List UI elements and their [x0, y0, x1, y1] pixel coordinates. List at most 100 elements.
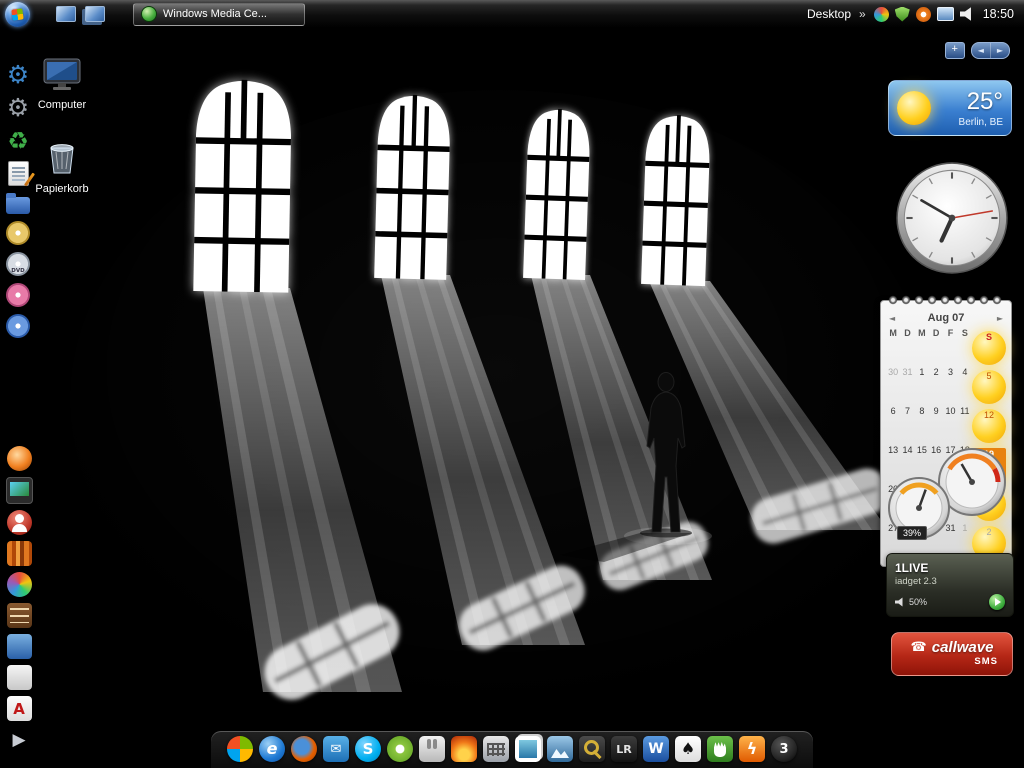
computer-icon [42, 58, 82, 92]
calendar-date[interactable]: 31 [900, 366, 914, 404]
radio-volume: 50% [909, 597, 927, 607]
calendar-date[interactable]: 3 [943, 366, 957, 404]
dk-burn[interactable] [451, 736, 477, 762]
calendar-next-button[interactable]: ► [997, 314, 1003, 323]
quicklaunch-switch-windows[interactable] [85, 6, 105, 22]
calendar-date[interactable]: 10 [943, 405, 957, 443]
desktop-toolbar-label[interactable]: Desktop [807, 7, 851, 21]
calendar-date[interactable]: 11 [958, 405, 972, 443]
sms-label: SMS [898, 656, 1006, 667]
calendar-day-header: M [915, 327, 929, 365]
dk-lightroom[interactable]: LR [611, 736, 637, 762]
ld-media-player[interactable] [7, 446, 32, 471]
dk-email-glyph: ✉ [331, 743, 342, 756]
radio-station-name: 1LIVE [895, 561, 1005, 575]
ld-play-glyph: ▶ [12, 730, 25, 750]
speaker-icon[interactable] [895, 597, 905, 607]
gadget-prev-button[interactable]: ◄ [972, 43, 990, 58]
dk-pictures[interactable] [547, 736, 573, 762]
calendar-date[interactable]: 7 [900, 405, 914, 443]
dk-windows[interactable] [227, 736, 253, 762]
ti-antivirus[interactable] [895, 7, 910, 22]
calendar-date[interactable]: 9 [929, 405, 943, 443]
tray-overflow-chevron[interactable]: » [859, 7, 866, 21]
calendar-date[interactable]: 6 [886, 405, 900, 443]
li-sync[interactable]: ♻ [7, 128, 29, 154]
wallpaper-church-windows [0, 0, 1024, 768]
ld-notes[interactable] [7, 665, 32, 690]
add-gadget-button[interactable]: + [945, 42, 965, 59]
li-system-gear-glyph: ⚙ [7, 95, 29, 121]
calendar-date[interactable]: 5 [972, 370, 1006, 404]
calendar-date[interactable]: 30 [886, 366, 900, 404]
ld-browser[interactable] [7, 572, 32, 597]
ti-messenger[interactable] [874, 7, 889, 22]
dk-solitaire[interactable]: ♠ [675, 736, 701, 762]
system-meter-gadget[interactable]: 39% [883, 446, 1015, 548]
dk-key[interactable] [579, 736, 605, 762]
ld-acrobat-reader-glyph: A [13, 700, 25, 718]
calendar-day-header: D [900, 327, 914, 365]
radio-play-button[interactable] [989, 594, 1005, 610]
ld-display[interactable] [6, 477, 33, 504]
callwave-brand: callwave [932, 639, 994, 656]
desktop-icon-recycle-bin[interactable]: Papierkorb [30, 140, 94, 195]
dk-firefox[interactable] [291, 736, 317, 762]
ld-tools[interactable] [7, 634, 32, 659]
desktop-icon-computer[interactable]: Computer [30, 58, 94, 111]
weather-temperature: 25° [967, 88, 1003, 116]
li-dvd[interactable]: DVD [6, 252, 30, 276]
windows-flag-icon [11, 8, 23, 20]
li-system-gear[interactable]: ⚙ [7, 95, 29, 121]
tray-clock[interactable]: 18:50 [983, 7, 1014, 21]
weather-gadget[interactable]: 25° Berlin, BE [888, 80, 1012, 136]
calendar-date[interactable]: 1 [915, 366, 929, 404]
dk-icq[interactable] [387, 736, 413, 762]
radio-gadget[interactable]: 1LIVE iadget 2.3 50% [886, 553, 1014, 617]
taskbar-button-media-center[interactable]: Windows Media Ce... [133, 3, 305, 26]
left-icon-column: ⚙ ⚙ ♻ DVD [2, 62, 34, 338]
quick-launch [56, 6, 105, 22]
dk-lightroom-glyph: LR [616, 744, 631, 755]
ld-acrobat-reader[interactable]: A [7, 696, 32, 721]
calendar-date[interactable]: 4 [958, 366, 972, 404]
calendar-prev-button[interactable]: ◄ [889, 314, 895, 323]
ld-play[interactable]: ▶ [7, 727, 32, 752]
ld-books[interactable] [7, 541, 32, 566]
dk-email[interactable]: ✉ [323, 736, 349, 762]
li-folder[interactable] [6, 197, 30, 214]
ti-network[interactable] [937, 7, 954, 21]
dk-hand[interactable] [707, 736, 733, 762]
gadget-next-button[interactable]: ► [990, 43, 1009, 58]
dk-rabbit[interactable] [419, 736, 445, 762]
quicklaunch-show-desktop[interactable] [56, 6, 76, 22]
callwave-sms-gadget[interactable]: ☎ callwave SMS [891, 632, 1013, 676]
dk-football[interactable]: 3 [771, 736, 797, 762]
tray-icons [874, 7, 975, 22]
bottom-dock: e ✉ S LR W♠ ϟ3 [211, 731, 813, 768]
li-cd-audio[interactable] [6, 221, 30, 245]
calendar-date[interactable]: 12 [972, 409, 1006, 443]
calendar-date[interactable]: 8 [915, 405, 929, 443]
ti-volume[interactable] [960, 7, 975, 22]
ti-icq[interactable] [916, 7, 931, 22]
play-icon [995, 598, 1001, 606]
li-cd-burn[interactable] [6, 283, 30, 307]
computer-icon-label: Computer [30, 99, 94, 111]
dk-internet-explorer[interactable]: e [259, 736, 285, 762]
taskbar-window-title: Windows Media Ce... [163, 8, 267, 20]
dk-skype[interactable]: S [355, 736, 381, 762]
dk-keyboard[interactable] [483, 736, 509, 762]
li-cd-data[interactable] [6, 314, 30, 338]
clock-gadget[interactable] [895, 161, 1009, 275]
phone-icon: ☎ [911, 640, 927, 655]
calendar-date[interactable]: 2 [929, 366, 943, 404]
dk-photos[interactable] [515, 736, 541, 762]
ld-user[interactable] [7, 510, 32, 535]
dk-winamp[interactable]: ϟ [739, 736, 765, 762]
li-settings-gear[interactable]: ⚙ [7, 62, 29, 88]
ld-library[interactable] [7, 603, 32, 628]
dk-word[interactable]: W [643, 736, 669, 762]
li-document-editor[interactable] [8, 161, 29, 186]
start-button[interactable] [5, 2, 30, 27]
